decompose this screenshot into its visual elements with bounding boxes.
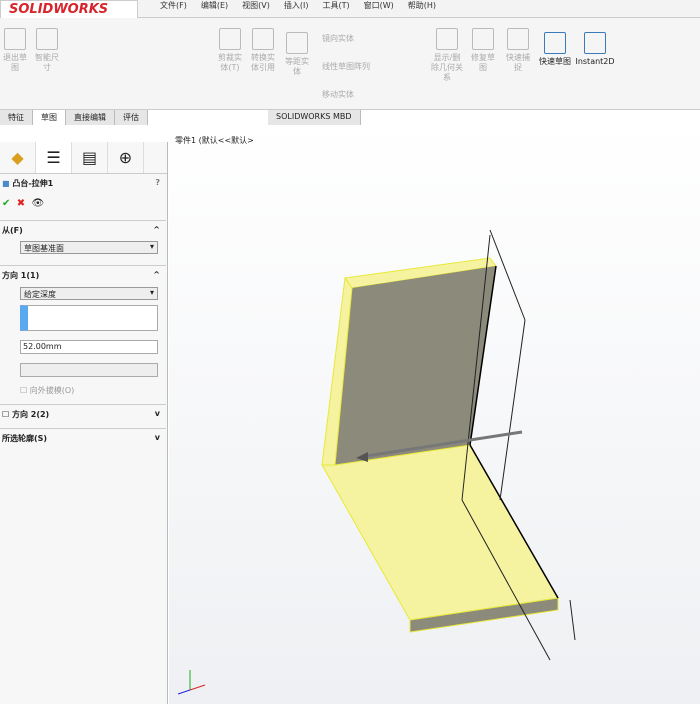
manager-tabs: ◆ ☰ ▤ ⊕ xyxy=(0,142,167,174)
label: 从(F) xyxy=(2,226,23,235)
exit-sketch-icon xyxy=(4,28,26,50)
title-bar: SOLIDWORKS 文件(F) 编辑(E) 视图(V) 插入(I) 工具(T)… xyxy=(0,0,700,20)
menu-edit[interactable]: 编辑(E) xyxy=(201,0,228,11)
feature-title: ■ 凸台-拉伸1? xyxy=(0,178,166,189)
label: 转换实体引用 xyxy=(251,53,275,72)
horizontal-plate-face xyxy=(321,444,559,621)
config-tab[interactable]: ▤ xyxy=(72,142,108,173)
rapid-sketch-icon xyxy=(544,32,566,54)
chevron-up-icon: ^ xyxy=(153,270,160,279)
selected-contours-section[interactable]: 所选轮廓(S) v xyxy=(0,428,166,448)
from-select[interactable]: 草图基准面 xyxy=(20,241,158,254)
cancel-icon[interactable]: ✖ xyxy=(17,198,25,209)
title-text: 凸台-拉伸1 xyxy=(12,179,54,188)
menu-view[interactable]: 视图(V) xyxy=(242,0,270,11)
action-buttons: ✔ ✖ 👁 xyxy=(0,198,166,209)
label: Instant2D xyxy=(575,57,615,66)
triad-icon xyxy=(177,670,206,695)
label: 方向 1(1) xyxy=(2,271,40,280)
graphics-area[interactable]: 零件1 (默认<<默认> xyxy=(169,125,700,704)
chevron-up-icon: ^ xyxy=(153,225,160,234)
label: 快速捕捉 xyxy=(506,53,530,72)
property-manager-tab[interactable]: ☰ xyxy=(36,142,72,173)
exit-sketch-button[interactable]: 退出草图 xyxy=(0,28,30,73)
part-icon: ◆ xyxy=(11,148,24,167)
menu-bar: 文件(F) 编辑(E) 视图(V) 插入(I) 工具(T) 窗口(W) 帮助(H… xyxy=(160,0,436,11)
draft-angle-input[interactable] xyxy=(20,363,158,377)
trim-button[interactable]: 剪裁实体(T) xyxy=(215,28,245,73)
chevron-down-icon: v xyxy=(154,409,160,418)
offset-button[interactable]: 等距实体 xyxy=(282,32,312,77)
depth-input[interactable]: 52.00mm xyxy=(20,340,158,354)
solidworks-logo[interactable]: SOLIDWORKS xyxy=(0,0,138,20)
list-icon: ☰ xyxy=(46,148,61,167)
preview-eye-icon[interactable]: 👁 xyxy=(32,198,45,209)
command-tabs: 特征 草图 直接编辑 评估 SOLIDWORKS MBD xyxy=(0,110,361,125)
dimxpert-tab[interactable]: ⊕ xyxy=(108,142,144,173)
tab-direct-edit[interactable]: 直接编辑 xyxy=(66,110,115,125)
draft-outward-checkbox[interactable]: ☐ 向外拔模(O) xyxy=(20,385,186,396)
crosshair-icon: ⊕ xyxy=(118,148,133,167)
convert-icon xyxy=(252,28,274,50)
direction-vector-field[interactable] xyxy=(20,305,158,331)
mirror-button[interactable]: 镜向实体 xyxy=(322,34,354,44)
label: 退出草图 xyxy=(3,53,27,72)
tab-mbd[interactable]: SOLIDWORKS MBD xyxy=(268,110,361,125)
direction2-checkbox[interactable]: ☐ xyxy=(2,410,12,419)
quick-snap-button[interactable]: 快速捕捉 xyxy=(503,28,533,73)
help-icon[interactable]: ? xyxy=(155,178,160,187)
label: 向外拔模(O) xyxy=(29,386,75,395)
extrude-icon: ■ xyxy=(2,179,13,188)
end-condition-select[interactable]: 给定深度 xyxy=(20,287,158,300)
relations-icon xyxy=(436,28,458,50)
tab-sketch[interactable]: 草图 xyxy=(33,110,66,125)
rapid-sketch-button[interactable]: 快速草图 xyxy=(538,32,572,67)
relations-button[interactable]: 显示/删除几何关系 xyxy=(430,28,464,83)
move-button[interactable]: 移动实体 xyxy=(322,90,354,100)
feature-tree-flyout[interactable]: 零件1 (默认<<默认> xyxy=(175,135,254,146)
linear-pattern-button[interactable]: 线性草图阵列 xyxy=(322,62,370,72)
label: 等距实体 xyxy=(285,57,309,76)
convert-button[interactable]: 转换实体引用 xyxy=(248,28,278,73)
tab-evaluate[interactable]: 评估 xyxy=(115,110,148,125)
dimension-icon xyxy=(36,28,58,50)
feature-tree-tab[interactable]: ◆ xyxy=(0,142,36,173)
instant2d-icon xyxy=(584,32,606,54)
chevron-down-icon: v xyxy=(154,433,160,442)
label: 修复草图 xyxy=(471,53,495,72)
menu-insert[interactable]: 插入(I) xyxy=(284,0,309,11)
command-manager: 退出草图 智能尺寸 剪裁实体(T) 转换实体引用 等距实体 镜向实体 线性草图阵… xyxy=(0,18,700,110)
menu-tools[interactable]: 工具(T) xyxy=(322,0,349,11)
direction2-section[interactable]: ☐ 方向 2(2) v xyxy=(0,404,166,424)
model-view xyxy=(177,229,576,695)
label: 快速草图 xyxy=(539,57,571,66)
label: 显示/删除几何关系 xyxy=(431,53,463,82)
menu-file[interactable]: 文件(F) xyxy=(160,0,187,11)
label: 智能尺寸 xyxy=(35,53,59,72)
property-manager: ◆ ☰ ▤ ⊕ ■ 凸台-拉伸1? ✔ ✖ 👁 从(F) ^ 草图基准面 方向 1… xyxy=(0,142,168,704)
menu-help[interactable]: 帮助(H) xyxy=(408,0,436,11)
tab-features[interactable]: 特征 xyxy=(0,110,33,125)
smart-dimension-button[interactable]: 智能尺寸 xyxy=(32,28,62,73)
label: 方向 2(2) xyxy=(11,410,50,419)
menu-window[interactable]: 窗口(W) xyxy=(364,0,394,11)
instant2d-button[interactable]: Instant2D xyxy=(574,32,616,67)
from-section[interactable]: 从(F) ^ xyxy=(0,220,166,240)
direction1-section[interactable]: 方向 1(1) ^ xyxy=(0,265,166,285)
label: 剪裁实体(T) xyxy=(218,53,242,72)
label: 所选轮廓(S) xyxy=(2,434,48,443)
repair-button[interactable]: 修复草图 xyxy=(468,28,498,73)
snap-icon xyxy=(507,28,529,50)
wrench-icon xyxy=(472,28,494,50)
ok-icon[interactable]: ✔ xyxy=(2,198,10,209)
config-icon: ▤ xyxy=(81,148,98,167)
offset-icon xyxy=(286,32,308,54)
scissors-icon xyxy=(219,28,241,50)
